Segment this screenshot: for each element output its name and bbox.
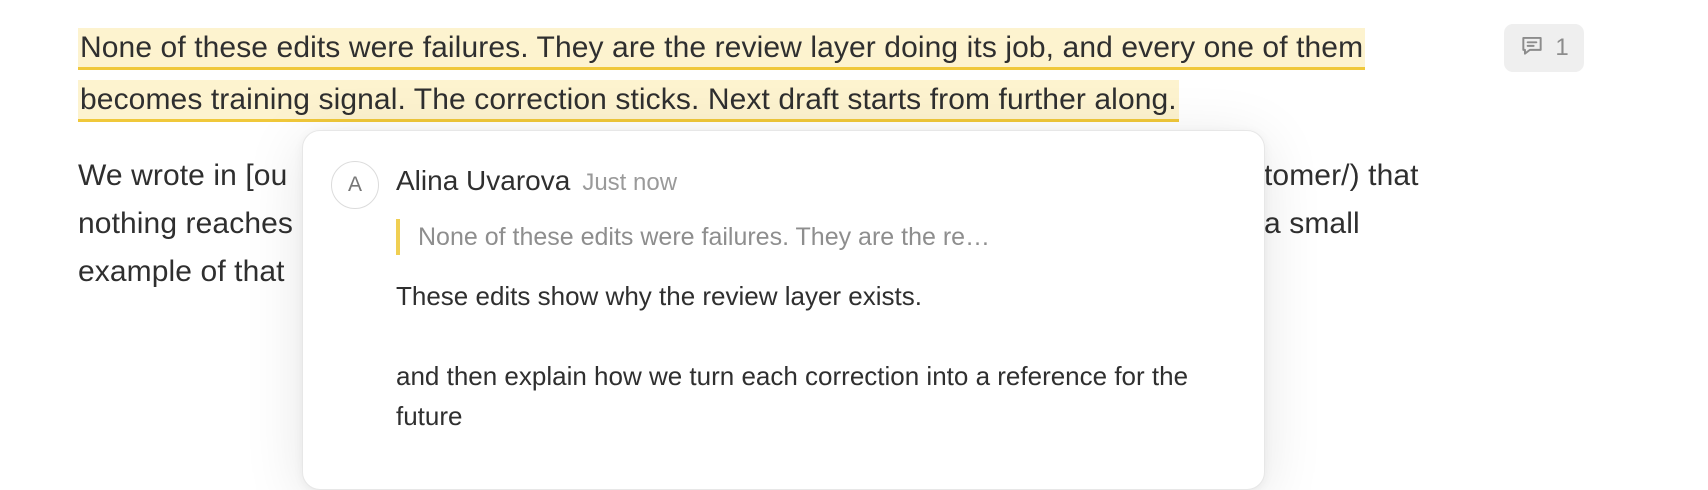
comment-paragraph: and then explain how we turn each correc… — [396, 361, 1189, 431]
comment-count-button[interactable]: 1 — [1504, 24, 1584, 72]
highlighted-text-line[interactable]: becomes training signal. The correction … — [78, 80, 1179, 122]
comment-author: Alina Uvarova — [396, 165, 571, 196]
comment-paragraph: These edits show why the review layer ex… — [396, 281, 922, 311]
highlighted-text-line[interactable]: None of these edits were failures. They … — [78, 28, 1366, 70]
quoted-excerpt: None of these edits were failures. They … — [396, 219, 990, 255]
avatar: A — [331, 161, 379, 209]
comment-popover: A Alina Uvarova Just now None of these e… — [302, 130, 1265, 490]
body-text-fragment: tomer/) that — [1264, 159, 1419, 192]
speech-bubble-icon — [1519, 32, 1545, 65]
comment-count: 1 — [1555, 34, 1569, 61]
comment-timestamp: Just now — [582, 169, 678, 196]
body-text-fragment: a small — [1264, 207, 1360, 240]
body-paragraph-right: tomer/) that a small — [1264, 152, 1464, 248]
comment-header: Alina Uvarova Just now — [396, 165, 677, 197]
highlighted-paragraph[interactable]: None of these edits were failures. They … — [78, 24, 1478, 128]
comment-body[interactable]: These edits show why the review layer ex… — [396, 276, 1216, 436]
